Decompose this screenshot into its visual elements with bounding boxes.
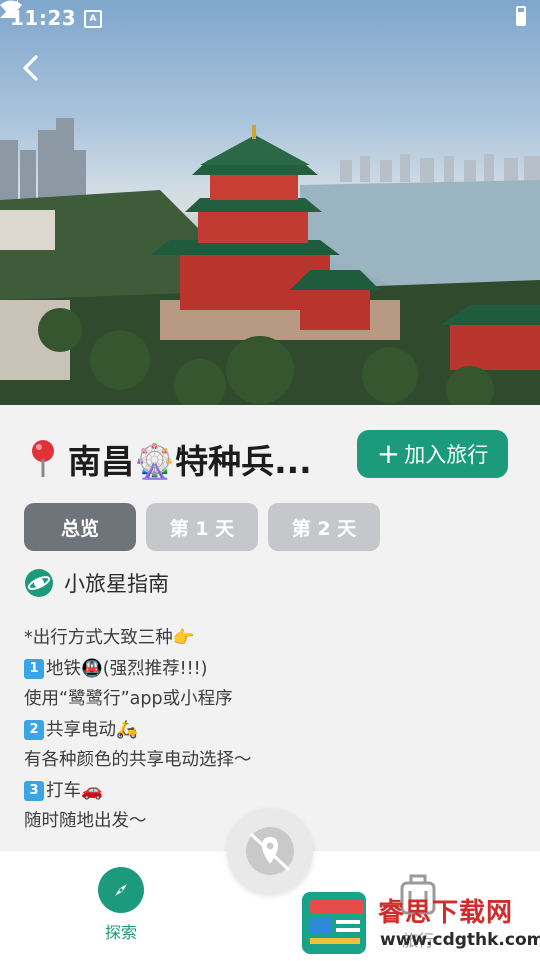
watermark-title: 睿思下载网 <box>378 898 514 928</box>
guide-line: 使用“鹭鹭行”app或小程序 <box>24 684 252 715</box>
signal-icon <box>0 0 18 18</box>
tab-overview[interactable]: 总览 <box>24 503 136 551</box>
chevron-left-icon <box>23 55 38 81</box>
trip-title: 南昌🎡特种兵... <box>28 435 348 483</box>
nav-explore-label: 探索 <box>104 923 137 942</box>
day-tabs: 总览 第 1 天 第 2 天 <box>24 503 380 551</box>
back-button[interactable] <box>16 52 48 84</box>
guide-line-text: 有各种颜色的共享电动选择～ <box>24 750 252 770</box>
guide-header: 小旅星指南 <box>24 568 169 598</box>
guide-line: 1 地铁🚇(强烈推荐!!!) <box>24 654 252 685</box>
watermark: 睿思下载网 www.cdgthk.com <box>296 886 540 960</box>
trip-title-text: 南昌🎡特种兵... <box>68 442 312 481</box>
map-fab-button[interactable] <box>227 808 313 894</box>
guide-title: 小旅星指南 <box>64 572 169 596</box>
plus-icon: + <box>376 437 401 470</box>
guide-line: 有各种颜色的共享电动选择～ <box>24 745 252 776</box>
guide-content: *出行方式大致三种👉 1 地铁🚇(强烈推荐!!!) 使用“鹭鹭行”app或小程序 … <box>24 623 252 837</box>
watermark-logo-icon <box>302 892 366 954</box>
add-to-trip-label: 加入旅行 <box>404 443 489 467</box>
add-to-trip-button[interactable]: + 加入旅行 <box>357 430 508 478</box>
guide-line: 2 共享电动🛵 <box>24 715 252 746</box>
guide-line-text: 打车🚗 <box>46 780 103 801</box>
map-location-icon <box>246 827 294 875</box>
pin-icon <box>32 440 54 477</box>
notification-icon: A <box>84 10 102 28</box>
battery-icon <box>516 6 526 26</box>
tab-day-2[interactable]: 第 2 天 <box>268 503 380 551</box>
guide-line: 3 打车🚗 <box>24 776 252 807</box>
keycap-2-icon: 2 <box>24 719 44 740</box>
guide-line-text: *出行方式大致三种👉 <box>24 628 195 648</box>
watermark-url: www.cdgthk.com <box>380 930 540 950</box>
hero-illustration <box>0 118 540 405</box>
guide-line-text: 地铁🚇(强烈推荐!!!) <box>46 658 208 679</box>
status-bar: 11:23 A <box>0 0 540 36</box>
nav-explore[interactable]: 探索 <box>96 867 146 943</box>
guide-line: *出行方式大致三种👉 <box>24 623 252 654</box>
trip-detail-sheet: 南昌🎡特种兵... + 加入旅行 总览 第 1 天 第 2 天 小旅星指南 *出… <box>0 405 540 855</box>
hero-image: 11:23 A <box>0 0 540 405</box>
guide-line: 随时随地出发～ <box>24 806 252 837</box>
guide-line-text: 共享电动🛵 <box>46 719 138 740</box>
planet-icon <box>25 569 53 597</box>
tab-day-1[interactable]: 第 1 天 <box>146 503 258 551</box>
guide-line-text: 使用“鹭鹭行”app或小程序 <box>24 689 233 709</box>
keycap-1-icon: 1 <box>24 658 44 679</box>
guide-line-text: 随时随地出发～ <box>24 811 147 831</box>
compass-icon <box>98 867 144 913</box>
keycap-3-icon: 3 <box>24 780 44 801</box>
